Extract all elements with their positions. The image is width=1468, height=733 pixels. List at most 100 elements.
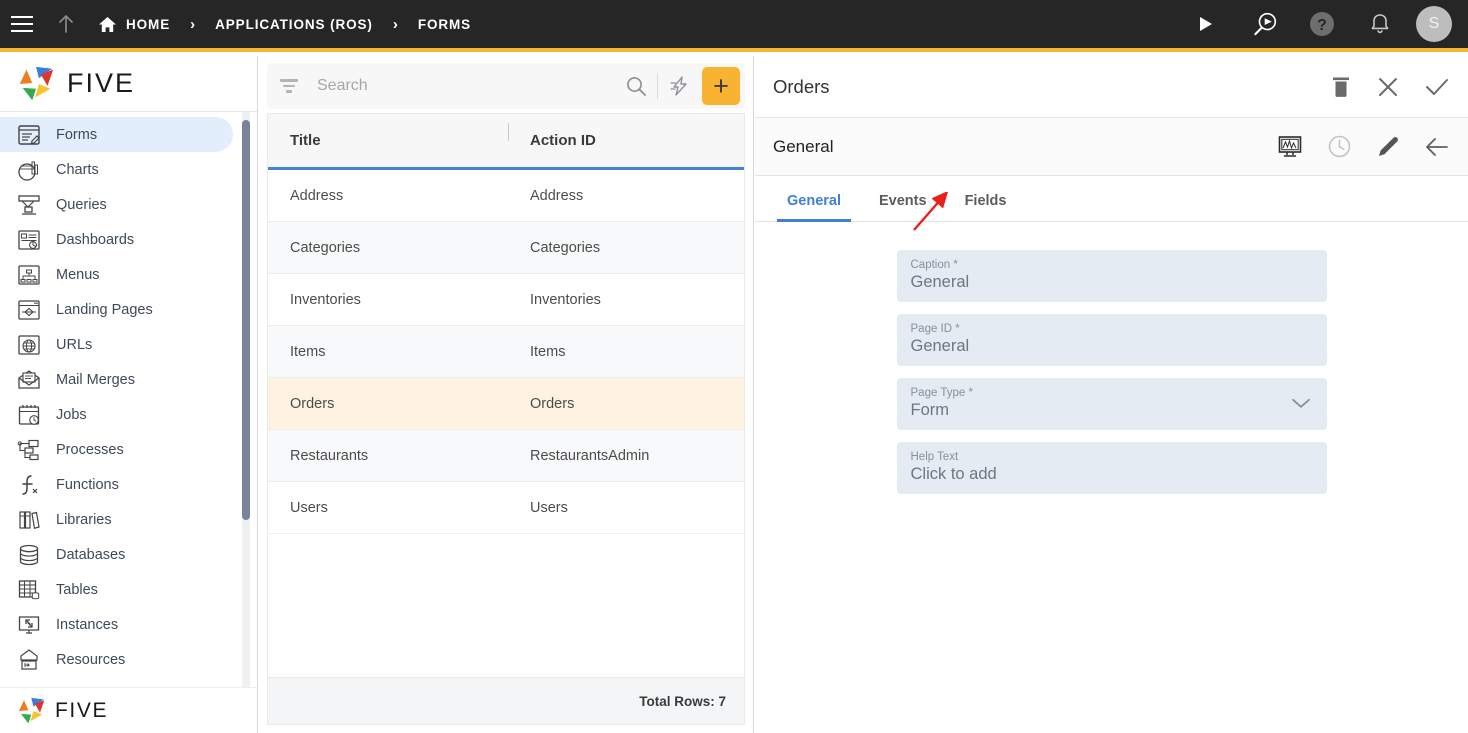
close-button[interactable] [1376,75,1400,99]
sidebar-item-label: Mail Merges [56,371,135,388]
sidebar-item-label: Databases [56,546,126,563]
table-row[interactable]: Restaurants RestaurantsAdmin [268,430,744,482]
sidebar-item-processes[interactable]: Processes [0,432,233,467]
chevron-down-icon[interactable] [1291,397,1311,415]
page-id-field-label: Page ID * [910,323,960,335]
caption-field[interactable]: Caption * General [896,250,1327,302]
tab-label: Fields [964,193,1007,209]
page-type-select[interactable]: Page Type * Form [896,378,1327,430]
detail-header-actions [1330,75,1450,99]
sidebar-item-menus[interactable]: Menus [0,257,233,292]
sidebar-item-databases[interactable]: Databases [0,537,233,572]
caption-field-label: Caption * [910,259,958,271]
navigate-up-button[interactable] [44,2,88,46]
add-form-button-label: + [713,70,729,101]
sidebar-item-tables[interactable]: Tables [0,572,233,607]
sidebar-logo[interactable]: FIVE [0,56,257,112]
delete-button[interactable] [1330,75,1352,99]
sidebar-item-label: Resources [56,651,126,668]
notifications-bell-icon [1371,14,1389,34]
grid-footer: Total Rows: 7 [267,677,745,725]
table-row[interactable]: Address Address [268,170,744,222]
cell-action-id: Address [530,187,584,204]
sidebar-item-label: Functions [56,476,119,493]
detail-tabs: General Events Fields [755,176,1468,222]
column-header-title[interactable]: Title [268,132,508,149]
page-id-field[interactable]: Page ID * General [896,314,1327,366]
search-icon [627,77,646,96]
sidebar-item-resources[interactable]: Resources [0,642,233,677]
search-preview-button[interactable] [1242,2,1286,46]
cell-title: Users [290,499,328,516]
general-form: Caption * General Page ID * General Page… [755,222,1468,733]
column-header-action-id[interactable]: Action ID [508,123,744,149]
run-icon [1200,17,1212,31]
table-row-selected[interactable]: Orders Orders [268,378,744,430]
urls-icon [16,332,42,358]
add-form-button[interactable]: + [702,67,740,105]
table-row[interactable]: Users Users [268,482,744,534]
sidebar-item-libraries[interactable]: Libraries [0,502,233,537]
tab-general[interactable]: General [777,193,851,222]
search-button[interactable] [625,75,647,97]
breadcrumb-label-home: HOME [126,16,171,32]
cell-action-id: Items [530,343,566,360]
total-rows-label: Total Rows: 7 [639,693,726,709]
five-logo-small-icon [18,697,45,723]
edit-pencil-icon [1379,136,1398,156]
sidebar-item-instances[interactable]: Instances [0,607,233,642]
table-row[interactable]: Inventories Inventories [268,274,744,326]
section-title: General [773,136,834,156]
breadcrumb-item-home[interactable]: HOME [94,16,174,33]
breadcrumb-separator: › [190,15,196,33]
five-logo-icon [19,66,54,100]
confirm-button[interactable] [1424,75,1450,99]
cell-title: Inventories [290,291,361,308]
tab-fields[interactable]: Fields [955,193,1017,221]
top-bar-actions: ? S [1184,2,1468,46]
breadcrumb-item-applications[interactable]: APPLICATIONS (ROS) [211,17,377,32]
sidebar-item-forms[interactable]: Forms [0,117,233,152]
sidebar-item-urls[interactable]: URLs [0,327,233,362]
search-input[interactable] [317,77,625,95]
sidebar-footer-logo: FIVE [0,687,257,733]
page-type-select-value: Form [910,401,950,419]
preview-display-button[interactable] [1277,134,1303,160]
edit-button[interactable] [1376,135,1400,159]
run-button[interactable] [1184,2,1228,46]
cell-title: Orders [290,395,335,412]
sidebar-item-label: Jobs [56,406,87,423]
tab-events[interactable]: Events [869,193,937,221]
sidebar-item-mail-merges[interactable]: Mail Merges [0,362,233,397]
sidebar-item-dashboards[interactable]: Dashboards [0,222,233,257]
filter-funnel-icon[interactable] [279,78,299,94]
breadcrumb-separator: › [392,15,398,33]
sidebar-item-jobs[interactable]: Jobs [0,397,233,432]
help-button[interactable]: ? [1300,2,1344,46]
sidebar-item-queries[interactable]: Queries [0,187,233,222]
cell-title: Address [290,187,344,204]
dashboards-icon [16,227,42,253]
menus-icon [16,262,42,288]
sidebar-scrollbar-thumb[interactable] [242,120,250,520]
back-button[interactable] [1424,136,1450,158]
quick-action-button[interactable] [668,74,692,98]
hamburger-menu-button[interactable] [0,2,44,46]
sidebar-item-functions[interactable]: Functions [0,467,233,502]
cell-action-id: Users [530,499,568,516]
notifications-button[interactable] [1358,2,1402,46]
sidebar-item-landing-pages[interactable]: Landing Pages [0,292,233,327]
sidebar-item-label: Forms [56,126,98,143]
sidebar-item-charts[interactable]: Charts [0,152,233,187]
history-button[interactable] [1327,134,1352,159]
avatar[interactable]: S [1416,6,1452,42]
cell-action-id: Inventories [530,291,601,308]
hamburger-icon [11,16,33,32]
table-row[interactable]: Items Items [268,326,744,378]
functions-icon [16,472,42,498]
breadcrumb-item-forms[interactable]: FORMS [414,17,475,32]
avatar-initial: S [1428,15,1440,32]
sidebar-item-label: Landing Pages [56,301,153,318]
help-text-field[interactable]: Help Text Click to add [896,442,1327,494]
table-row[interactable]: Categories Categories [268,222,744,274]
